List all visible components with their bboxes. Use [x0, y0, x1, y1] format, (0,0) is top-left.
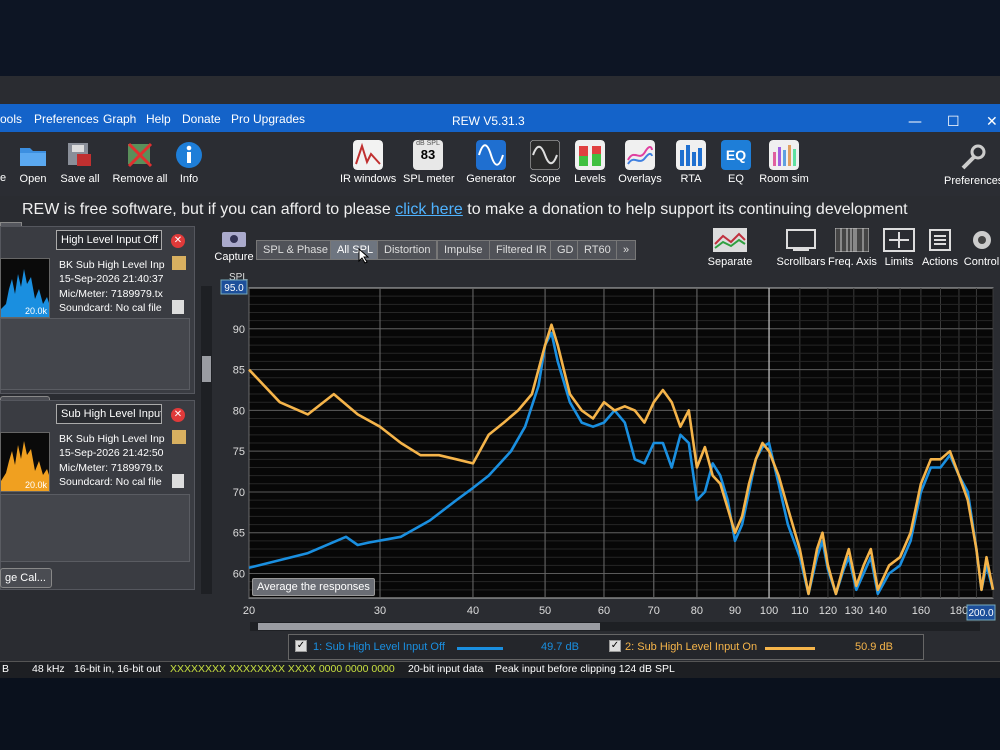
y-tick-label: 85: [233, 365, 245, 377]
y-tick-label: 70: [233, 487, 245, 499]
status-peak-input: Peak input before clipping 124 dB SPL: [495, 663, 675, 675]
y-tick-label: 60: [233, 569, 245, 581]
x-tick-label: 20: [243, 605, 255, 617]
legend-series-2-value: 50.9 dB: [855, 641, 893, 653]
graph-scrollbar-thumb[interactable]: [258, 623, 600, 630]
average-responses-button[interactable]: Average the responses: [252, 578, 375, 596]
x-tick-label: 140: [869, 605, 887, 617]
y-top-value: 95.0: [224, 283, 244, 294]
y-tick-label: 80: [233, 405, 245, 417]
status-sample-rate: 48 kHz: [32, 663, 65, 675]
legend-series-2-swatch: [765, 647, 815, 650]
legend-series-1-name: 1: Sub High Level Input Off: [313, 641, 445, 653]
x-tick-label: 180: [950, 605, 968, 617]
x-tick-label: 130: [845, 605, 863, 617]
monitor-bezel-bottom: [0, 678, 1000, 750]
x-tick-label: 100: [760, 605, 778, 617]
x-tick-label: 160: [912, 605, 930, 617]
legend-series-2-name: 2: Sub High Level Input On: [625, 641, 758, 653]
x-tick-label: 60: [598, 605, 610, 617]
status-level-meters: XXXXXXXX XXXXXXXX XXXX 0000 0000 0000: [170, 663, 395, 675]
spl-graph[interactable]: 60 65 70 75 80 85 90 20 30 40 50 60 70 80 90 100 110 120 1…: [0, 0, 1000, 680]
x-tick-label: 90: [729, 605, 741, 617]
status-input-data: 20-bit input data: [408, 663, 484, 675]
legend-checkbox-2[interactable]: ✓: [609, 640, 621, 652]
x-tick-label: 40: [467, 605, 479, 617]
legend-series-1-value: 49.7 dB: [541, 641, 579, 653]
status-partial: B: [2, 663, 10, 675]
x-tick-label: 30: [374, 605, 386, 617]
legend-series-1-swatch: [457, 647, 503, 650]
status-bit-depth: 16-bit in, 16-bit out: [74, 663, 161, 675]
legend-checkbox-1[interactable]: ✓: [295, 640, 307, 652]
y-tick-label: 65: [233, 528, 245, 540]
y-tick-label: 90: [233, 324, 245, 336]
x-tick-label: 80: [691, 605, 703, 617]
x-tick-label: 110: [791, 605, 809, 617]
x-tick-label: 70: [648, 605, 660, 617]
y-tick-label: 75: [233, 446, 245, 458]
legend-bar: ✓ 1: Sub High Level Input Off 49.7 dB ✓ …: [288, 634, 924, 660]
x-tick-label: 120: [819, 605, 837, 617]
x-tick-label: 50: [539, 605, 551, 617]
x-end-value: 200.0: [968, 608, 993, 619]
